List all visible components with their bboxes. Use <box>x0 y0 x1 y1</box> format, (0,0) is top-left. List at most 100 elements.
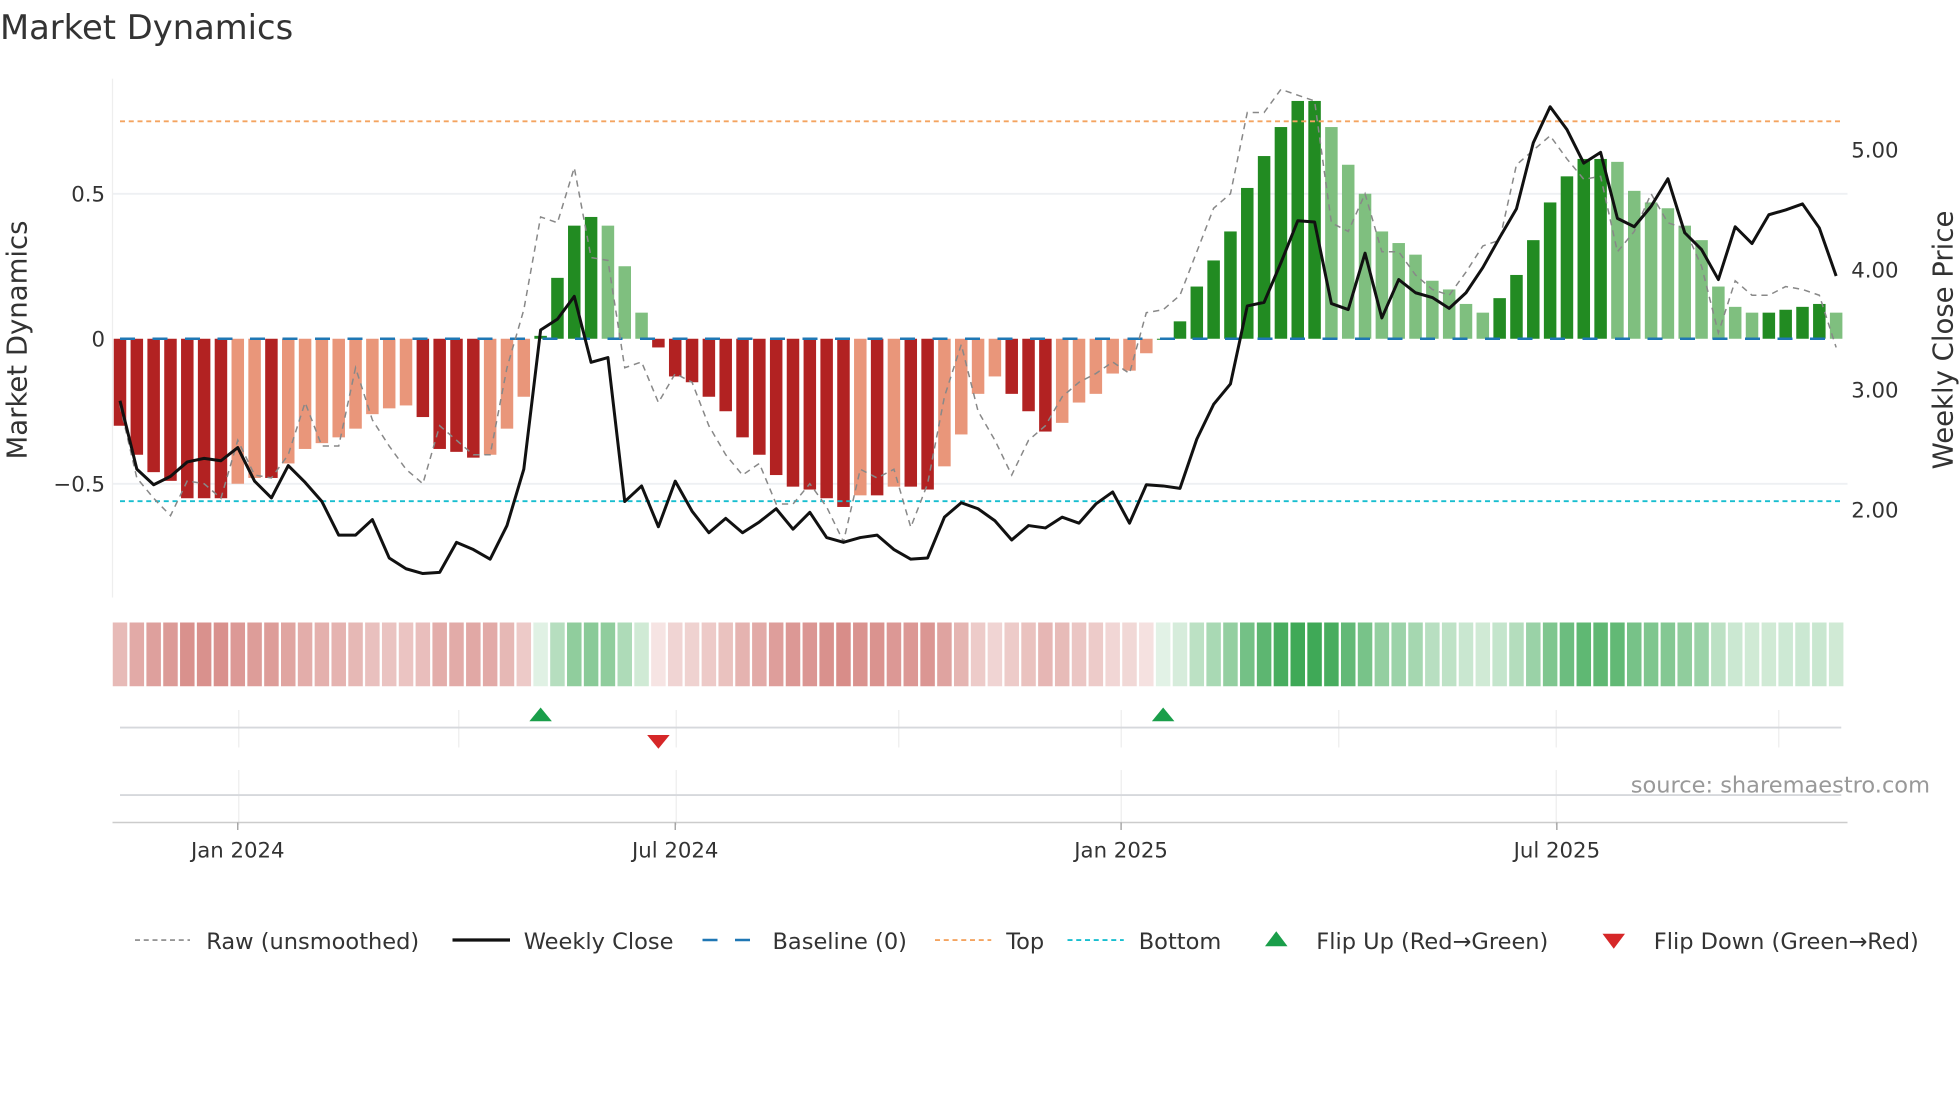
heat-cell <box>1088 622 1104 687</box>
heat-cell <box>1038 622 1053 687</box>
bar <box>702 338 716 397</box>
legend-label: Flip Down (Green→Red) <box>1654 929 1919 955</box>
bar <box>1577 158 1591 339</box>
bar <box>1493 298 1506 339</box>
bar <box>1762 312 1776 339</box>
heat-cell <box>617 622 632 687</box>
heat-cell <box>1105 622 1120 687</box>
bar <box>315 338 329 444</box>
heat-cell <box>1812 622 1827 687</box>
y-tick-label: −0.5 <box>53 472 105 497</box>
bar <box>769 338 783 476</box>
heat-cell <box>1206 622 1221 687</box>
bar <box>635 312 648 339</box>
heat-cell <box>1610 622 1625 687</box>
heat-cell <box>1071 622 1087 687</box>
heat-cell <box>567 622 582 687</box>
heat-cell <box>1307 622 1322 687</box>
bar <box>1560 176 1574 339</box>
source-label: source: sharemaestro.com <box>1631 773 1930 799</box>
bar <box>450 338 463 452</box>
heat-cell <box>449 622 464 687</box>
heat-cell <box>1122 622 1137 687</box>
bar <box>265 338 278 478</box>
bar <box>1055 338 1069 423</box>
heat-cell <box>533 622 548 687</box>
heat-cell <box>297 622 313 687</box>
heat-cell <box>1778 622 1793 687</box>
x-tick-label: Jan 2024 <box>189 839 285 864</box>
heat-cell <box>381 622 397 687</box>
market-dynamics-chart: Market Dynamics 0.5 0 −0.5 5.00 4.00 3.00 2.00… <box>0 8 1960 955</box>
bar <box>870 338 884 496</box>
bar <box>399 338 413 406</box>
bar <box>416 338 430 418</box>
heat-cell <box>432 622 447 687</box>
bar <box>1308 100 1321 339</box>
heat-cell <box>1425 622 1440 687</box>
y-tick-label: 0.5 <box>71 182 105 207</box>
heat-cell <box>1526 622 1541 687</box>
heat-cell <box>331 622 346 687</box>
heat-cell <box>1795 622 1810 687</box>
bar <box>1005 338 1018 394</box>
bar <box>1813 303 1826 339</box>
bar <box>1341 164 1355 339</box>
bar <box>1140 338 1153 354</box>
heat-cell <box>987 622 1003 687</box>
bar <box>753 338 766 455</box>
heat-cell <box>1155 622 1171 687</box>
bar <box>1661 208 1675 339</box>
y-right-tick-label: 4.00 <box>1851 259 1898 284</box>
bar <box>483 338 497 455</box>
heat-cell <box>735 622 750 687</box>
x-tick-label: Jul 2025 <box>1512 839 1600 864</box>
heat-cell <box>550 622 565 687</box>
heat-cell <box>1021 622 1036 687</box>
heat-cell <box>1441 622 1457 687</box>
bar <box>601 225 615 339</box>
bar <box>1510 274 1523 339</box>
x-tick-label: Jan 2025 <box>1072 839 1168 864</box>
heat-cell <box>129 622 145 687</box>
y-axis-label: Market Dynamics <box>1 221 33 460</box>
heat-cell <box>264 622 279 687</box>
bar <box>181 338 194 499</box>
y-right-tick-label: 5.00 <box>1851 139 1898 164</box>
bar <box>382 338 396 409</box>
bar <box>1325 127 1338 339</box>
heat-cell <box>516 622 532 687</box>
bar <box>1594 158 1607 339</box>
bar <box>517 338 531 397</box>
legend-label: Flip Up (Red→Green) <box>1316 929 1548 955</box>
heat-cell <box>701 622 717 687</box>
bar <box>971 338 985 394</box>
heat-cell <box>752 622 767 687</box>
bar <box>1527 240 1540 339</box>
heat-cell <box>348 622 363 687</box>
heat-cell <box>886 622 902 687</box>
heat-cell <box>415 622 431 687</box>
bar <box>668 338 682 377</box>
heat-cell <box>365 622 380 687</box>
bar <box>433 338 446 449</box>
bar <box>1173 321 1187 339</box>
heat-cell <box>499 622 515 687</box>
heat-cell <box>230 622 246 687</box>
heat-cell <box>1172 622 1188 687</box>
bar <box>298 338 312 449</box>
heat-cell <box>1694 622 1709 687</box>
bar <box>1442 289 1456 339</box>
heat-cell <box>1643 622 1659 687</box>
bar <box>652 338 665 348</box>
heat-cell <box>634 622 649 687</box>
bar <box>248 338 261 478</box>
bar <box>1628 190 1641 339</box>
heat-cell <box>1727 622 1743 687</box>
bar <box>1241 187 1254 339</box>
heat-cell <box>146 622 161 687</box>
legend-label: Raw (unsmoothed) <box>206 929 419 955</box>
heat-cell <box>1761 622 1777 687</box>
flip-down-marker <box>647 735 670 749</box>
bar <box>820 338 833 499</box>
